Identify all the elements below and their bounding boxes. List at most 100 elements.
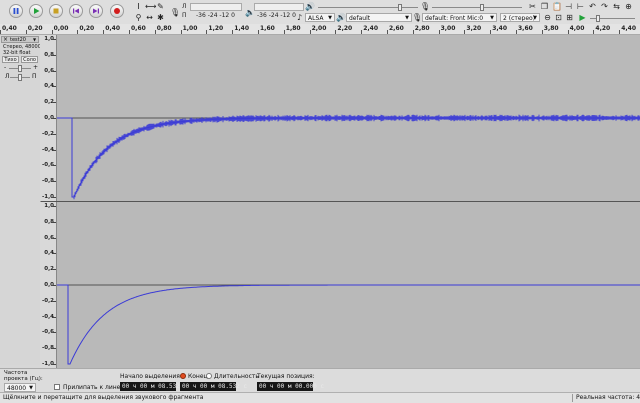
pause-button[interactable] bbox=[9, 4, 23, 18]
input-mic-icon: 🎙 bbox=[412, 13, 423, 22]
output-speaker-icon: 🔊 bbox=[336, 13, 346, 22]
redo-icon[interactable]: ↷ bbox=[600, 2, 609, 11]
selection-start-label: Начало выделения: bbox=[120, 373, 182, 380]
waveform-left-channel[interactable] bbox=[57, 35, 640, 201]
ruler-tick-mark bbox=[154, 30, 156, 34]
zoom-tool-icon[interactable]: ⚲ bbox=[134, 13, 143, 22]
ruler-tick-label: 1,60 bbox=[260, 25, 275, 32]
amplitude-tick-mark bbox=[53, 237, 56, 239]
ruler-tick-label: 4,40 bbox=[621, 25, 636, 32]
zoom-sel-icon[interactable]: ⊖ bbox=[543, 13, 552, 22]
channels-select[interactable]: 2 (стерео) ▼ bbox=[500, 13, 540, 22]
output-device-value: default bbox=[349, 15, 371, 22]
output-device-select[interactable]: default ▼ bbox=[346, 13, 412, 22]
ruler-tick-mark bbox=[51, 30, 53, 34]
track-name[interactable]: test20 bbox=[10, 37, 26, 43]
ruler-tick-mark bbox=[103, 30, 105, 34]
waveform-trace bbox=[57, 284, 640, 365]
play-at-speed-icon[interactable]: ▶ bbox=[578, 13, 587, 22]
paste-icon[interactable]: 📋 bbox=[552, 2, 562, 11]
ruler-tick-label: 0,60 bbox=[131, 25, 146, 32]
ruler-tick-label: 0,40 bbox=[105, 25, 120, 32]
microphone-icon[interactable]: 🎙 bbox=[170, 8, 180, 17]
skip-end-icon bbox=[93, 8, 99, 14]
input-device-select[interactable]: default: Front Mic:0 ▼ bbox=[422, 13, 497, 22]
host-icon: ♪ bbox=[296, 13, 303, 22]
pan-knob[interactable] bbox=[18, 74, 22, 81]
panel-spacer bbox=[2, 71, 3, 201]
solo-button[interactable]: Соло bbox=[21, 56, 38, 63]
gain-knob[interactable] bbox=[18, 65, 22, 72]
fit-icon[interactable]: ⊡ bbox=[554, 13, 563, 22]
undo-icon[interactable]: ↶ bbox=[588, 2, 597, 11]
rec-meter-scale: -36 -24 -12 0 bbox=[196, 12, 235, 19]
selection-start-time[interactable]: 00 ч 00 м 08.532 с bbox=[120, 382, 187, 391]
play-meter[interactable] bbox=[254, 3, 304, 11]
amplitude-tick-mark bbox=[53, 165, 56, 167]
amplitude-tick-mark bbox=[53, 181, 56, 183]
amplitude-tick-mark bbox=[53, 332, 56, 334]
ruler-tick-label: 2,20 bbox=[337, 25, 353, 32]
project-rate-select[interactable]: 48000 ▼ bbox=[4, 383, 36, 392]
skip-end-button[interactable] bbox=[89, 4, 103, 18]
play-button[interactable] bbox=[29, 4, 43, 18]
close-icon[interactable]: × bbox=[3, 36, 8, 43]
ruler-tick-label: 2,40 bbox=[363, 25, 378, 32]
length-radio[interactable] bbox=[206, 373, 212, 379]
amplitude-tick-mark bbox=[53, 149, 56, 151]
speaker-meter-icon[interactable]: 🔈 bbox=[245, 8, 255, 17]
timeshift-tool-icon[interactable]: ↔ bbox=[145, 13, 154, 22]
mute-button[interactable]: Тихо bbox=[2, 56, 19, 63]
ruler-tick-label: 0,20 bbox=[27, 25, 43, 32]
pan-right-label: П bbox=[32, 73, 37, 80]
waveform-right-channel[interactable] bbox=[57, 202, 640, 368]
current-position-time[interactable]: 00 ч 00 м 00.000 с bbox=[257, 382, 324, 391]
ruler-tick-label: 1,20 bbox=[208, 25, 224, 32]
trim-icon[interactable]: ⊣ bbox=[564, 2, 573, 11]
playback-volume-knob[interactable] bbox=[398, 4, 402, 11]
zoom-in-icon[interactable]: ⊕ bbox=[624, 2, 633, 11]
ruler-tick-mark bbox=[77, 30, 79, 34]
timeline-ruler[interactable]: 0,40 0,20 0,00 0,20 0,40 0,60 0,80 1,00 1,20 1,40… bbox=[0, 24, 640, 35]
ruler-tick-mark bbox=[180, 30, 182, 34]
envelope-tool-icon[interactable]: ⟷ bbox=[145, 2, 156, 11]
host-select[interactable]: ALSA ▼ bbox=[305, 13, 335, 22]
multi-tool-icon[interactable]: ✱ bbox=[156, 13, 165, 22]
sync-lock-icon[interactable]: ⇆ bbox=[612, 2, 621, 11]
snap-checkbox[interactable] bbox=[54, 384, 60, 390]
copy-icon[interactable]: ❐ bbox=[540, 2, 549, 11]
ruler-tick-label: 3,20 bbox=[466, 25, 482, 32]
chevron-down-icon: ▼ bbox=[328, 15, 332, 21]
ruler-tick-mark bbox=[387, 30, 388, 34]
ruler-tick-mark bbox=[335, 30, 337, 34]
channels-value: 2 (стерео) bbox=[503, 15, 536, 22]
stop-button[interactable] bbox=[49, 4, 63, 18]
track-control-panel[interactable]: × test20 ▼ Стерео, 48000Hz 32-bit float … bbox=[0, 35, 47, 365]
selection-tool-icon[interactable]: I bbox=[134, 2, 143, 11]
skip-start-button[interactable] bbox=[69, 4, 83, 18]
draw-tool-icon[interactable]: ✎ bbox=[156, 2, 165, 11]
silence-icon[interactable]: ⊢ bbox=[576, 2, 585, 11]
amplitude-tick-mark bbox=[53, 285, 56, 286]
amplitude-tick-mark bbox=[53, 300, 56, 302]
zoom-toggle-icon[interactable]: ⊞ bbox=[565, 13, 574, 22]
ruler-tick-mark bbox=[309, 30, 311, 34]
record-volume-knob[interactable] bbox=[480, 4, 484, 11]
end-radio[interactable] bbox=[180, 373, 186, 379]
record-volume-slider[interactable] bbox=[432, 7, 522, 8]
amplitude-tick-mark bbox=[53, 86, 56, 88]
amplitude-tick-mark bbox=[53, 253, 56, 255]
selection-end-time[interactable]: 00 ч 00 м 08.532 с bbox=[180, 382, 247, 391]
chevron-down-icon[interactable]: ▼ bbox=[33, 37, 36, 42]
play-speed-knob[interactable] bbox=[596, 15, 600, 22]
ruler-tick-label: 1,40 bbox=[234, 25, 249, 32]
chevron-down-icon: ▼ bbox=[29, 385, 33, 391]
track-title-bar[interactable]: × test20 ▼ bbox=[1, 36, 39, 43]
rec-meter[interactable] bbox=[190, 3, 242, 11]
ruler-tick-label: 3,80 bbox=[543, 25, 559, 32]
ruler-tick-mark bbox=[438, 30, 440, 34]
record-button[interactable] bbox=[110, 4, 124, 18]
ruler-tick-label: 3,60 bbox=[518, 25, 533, 32]
playback-volume-slider[interactable] bbox=[318, 7, 418, 8]
cut-icon[interactable]: ✂ bbox=[528, 2, 537, 11]
